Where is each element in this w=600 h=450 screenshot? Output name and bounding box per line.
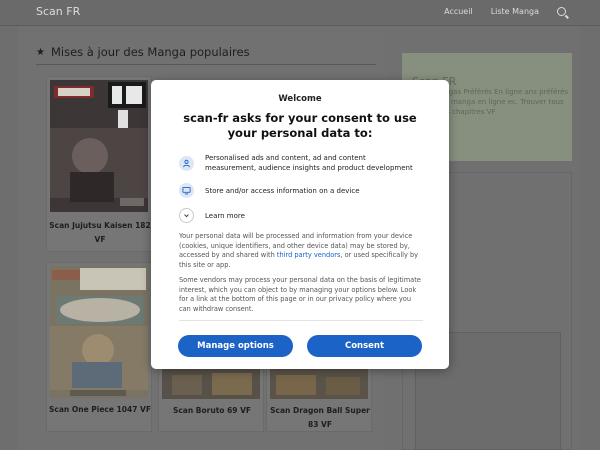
consent-paragraph-2: Some vendors may process your personal d… xyxy=(179,276,421,313)
nav-menu: Accueil Liste Manga xyxy=(444,7,566,16)
person-icon xyxy=(179,155,194,171)
manga-cover-dragon-ball-super[interactable] xyxy=(270,369,368,399)
consent-purpose-ads: Personalised ads and content, ad and con… xyxy=(179,153,417,173)
consent-paragraph-1: Your personal data will be processed and… xyxy=(179,232,423,270)
section-title: ★ Mises à jour des Manga populaires xyxy=(36,45,250,59)
star-icon: ★ xyxy=(36,46,45,58)
chevron-down-icon[interactable] xyxy=(179,208,194,223)
manga-card[interactable]: Scan Boruto 69 VF xyxy=(158,365,264,432)
manga-card-title[interactable]: Scan Boruto 69 VF xyxy=(159,404,265,418)
consent-purpose-text: Personalised ads and content, ad and con… xyxy=(205,154,413,172)
manga-cover-one-piece[interactable] xyxy=(50,266,148,398)
consent-dialog: Welcome scan-fr asks for your consent to… xyxy=(151,80,449,369)
manga-cover-jujutsu-kaisen[interactable] xyxy=(50,80,148,212)
sidebar-text: angas Préférés En ligne ans préférés de … xyxy=(440,88,569,116)
consent-button[interactable]: Consent xyxy=(307,335,422,357)
nav-item-liste-manga[interactable]: Liste Manga xyxy=(491,7,539,16)
device-icon xyxy=(179,183,194,198)
consent-purpose-text: Store and/or access information on a dev… xyxy=(205,186,360,195)
manga-card[interactable]: Scan Dragon Ball Super 83 VF xyxy=(266,365,372,432)
manage-options-button[interactable]: Manage options xyxy=(178,335,293,357)
search-icon[interactable] xyxy=(557,7,566,16)
consent-welcome: Welcome xyxy=(278,94,322,104)
title-divider xyxy=(36,64,376,65)
manga-card-title[interactable]: Scan Jujutsu Kaisen 182 VF xyxy=(47,219,153,247)
manga-card-title[interactable]: Scan One Piece 1047 VF xyxy=(47,403,153,417)
manga-card[interactable]: Scan Jujutsu Kaisen 182 VF xyxy=(46,76,152,252)
consent-purpose-storage: Store and/or access information on a dev… xyxy=(179,183,417,198)
third-party-vendors-link[interactable]: third party vendors xyxy=(277,251,341,259)
site-brand[interactable]: Scan FR xyxy=(36,5,80,18)
manga-card-title[interactable]: Scan Dragon Ball Super 83 VF xyxy=(267,404,373,432)
consent-heading: scan-fr asks for your consent to use you… xyxy=(183,111,417,140)
section-title-text: Mises à jour des Manga populaires xyxy=(50,45,250,59)
consent-divider xyxy=(179,320,423,321)
learn-more-toggle[interactable]: Learn more xyxy=(179,208,417,223)
manga-card[interactable]: Scan One Piece 1047 VF xyxy=(46,262,152,432)
learn-more-label[interactable]: Learn more xyxy=(205,211,417,221)
top-navbar: Scan FR Accueil Liste Manga xyxy=(0,0,600,26)
nav-item-accueil[interactable]: Accueil xyxy=(444,7,473,16)
manga-cover-boruto[interactable] xyxy=(162,369,260,399)
